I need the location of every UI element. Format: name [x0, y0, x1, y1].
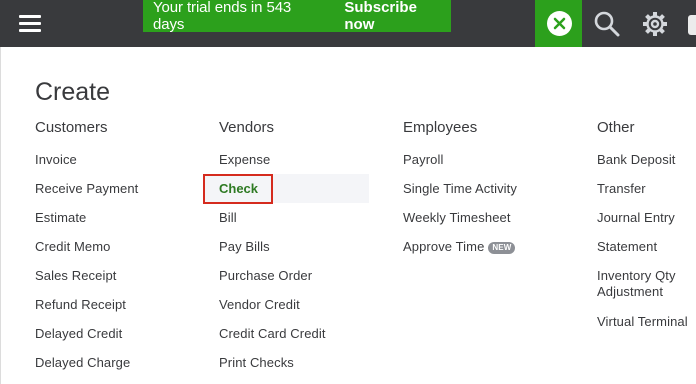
- menu-item-delayed-charge[interactable]: Delayed Charge: [35, 355, 130, 371]
- menu-item-credit-card-credit[interactable]: Credit Card Credit: [219, 326, 326, 342]
- menu-item-payroll[interactable]: Payroll: [403, 152, 443, 168]
- menu-item-transfer[interactable]: Transfer: [597, 181, 646, 197]
- search-icon[interactable]: [593, 10, 621, 38]
- employees-header: Employees: [403, 119, 478, 136]
- menu-item-vendor-credit[interactable]: Vendor Credit: [219, 297, 300, 313]
- close-icon[interactable]: [547, 11, 572, 36]
- help-icon[interactable]: [688, 15, 696, 35]
- menu-item-approve-time[interactable]: Approve Time NEW: [403, 239, 516, 255]
- menu-item-receive-payment[interactable]: Receive Payment: [35, 181, 138, 197]
- menu-item-bank-deposit[interactable]: Bank Deposit: [597, 152, 676, 168]
- approve-time-label: Approve Time: [403, 239, 485, 254]
- menu-item-estimate[interactable]: Estimate: [35, 210, 86, 226]
- menu-item-credit-memo[interactable]: Credit Memo: [35, 239, 111, 255]
- menu-item-purchase-order[interactable]: Purchase Order: [219, 268, 312, 284]
- trial-text: Your trial ends in 543 days: [153, 0, 292, 33]
- menu-item-expense[interactable]: Expense: [219, 152, 270, 168]
- menu-item-check[interactable]: Check: [219, 181, 258, 196]
- customers-header: Customers: [35, 119, 108, 136]
- menu-item-pay-bills[interactable]: Pay Bills: [219, 239, 270, 255]
- menu-item-bill[interactable]: Bill: [219, 210, 237, 226]
- trial-banner: Your trial ends in 543 days Subscribe no…: [143, 0, 451, 33]
- other-header: Other: [597, 119, 635, 136]
- menu-item-inventory-qty-adjustment[interactable]: Inventory Qty Adjustment: [597, 268, 687, 300]
- menu-item-weekly-timesheet[interactable]: Weekly Timesheet: [403, 210, 511, 226]
- menu-item-delayed-credit[interactable]: Delayed Credit: [35, 326, 122, 342]
- gear-icon[interactable]: [641, 10, 669, 38]
- menu-item-journal-entry[interactable]: Journal Entry: [597, 210, 675, 226]
- menu-item-invoice[interactable]: Invoice: [35, 152, 77, 168]
- vendors-header: Vendors: [219, 119, 275, 136]
- subscribe-now-link[interactable]: Subscribe now: [344, 0, 451, 33]
- menu-item-virtual-terminal[interactable]: Virtual Terminal: [597, 314, 688, 330]
- menu-item-single-time-activity[interactable]: Single Time Activity: [403, 181, 517, 197]
- menu-item-print-checks[interactable]: Print Checks: [219, 355, 294, 371]
- hamburger-menu-icon[interactable]: [19, 15, 41, 33]
- menu-item-refund-receipt[interactable]: Refund Receipt: [35, 297, 126, 313]
- create-menu-close-tab[interactable]: [535, 0, 582, 52]
- top-navigation-bar: Your trial ends in 543 days Subscribe no…: [0, 0, 696, 52]
- new-badge: NEW: [488, 242, 516, 254]
- menu-item-sales-receipt[interactable]: Sales Receipt: [35, 268, 117, 284]
- menu-item-statement[interactable]: Statement: [597, 239, 657, 255]
- page-title: Create: [35, 78, 111, 106]
